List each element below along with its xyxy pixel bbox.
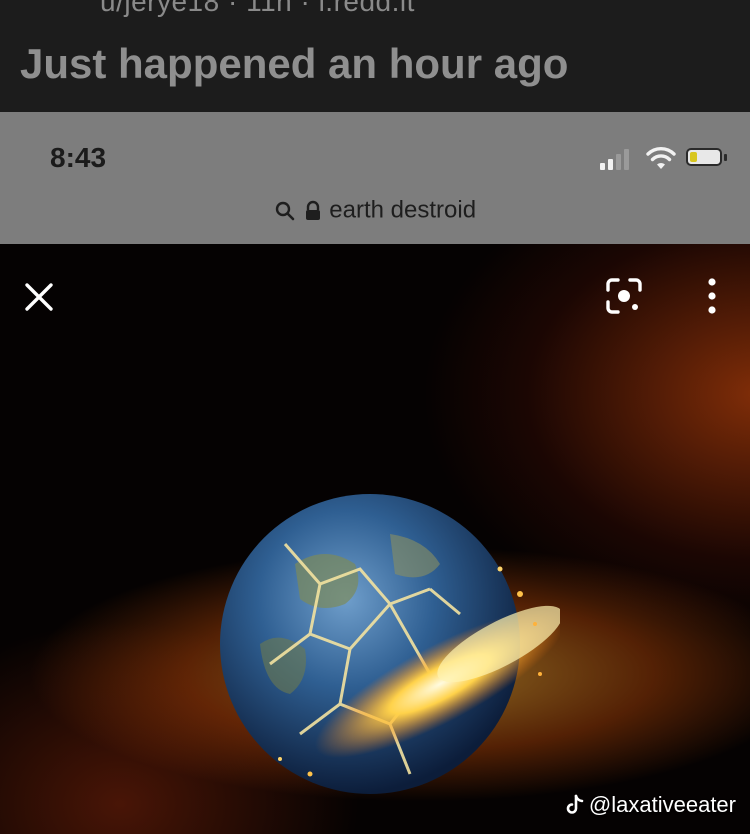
search-icon [275, 201, 295, 220]
battery-tip [724, 154, 727, 161]
lens-icon[interactable] [604, 276, 644, 316]
more-icon[interactable] [700, 274, 724, 318]
wifi-icon [646, 147, 676, 169]
tiktok-watermark: @laxativeeater [565, 791, 736, 818]
watermark-handle: @laxativeeater [588, 792, 736, 817]
post-header: u/jerye18 · 11h · i.redd.it Just happene… [0, 0, 750, 112]
status-icons [598, 145, 728, 171]
phone-status-and-url-bar: 8:43 earth destroid [0, 112, 750, 244]
status-time: 8:43 [50, 142, 107, 173]
post-title[interactable]: Just happened an hour ago [20, 40, 568, 88]
close-icon[interactable] [22, 280, 56, 314]
exploding-earth-image[interactable] [200, 474, 560, 834]
battery-level [690, 152, 697, 162]
browser-url-bar[interactable]: earth destroid [0, 196, 750, 225]
image-viewer: @laxativeeater [0, 244, 750, 834]
search-query: earth destroid [329, 196, 477, 224]
lock-icon [305, 200, 320, 220]
post-meta[interactable]: u/jerye18 · 11h · i.redd.it [100, 0, 415, 18]
battery-icon [686, 148, 722, 166]
tiktok-icon [566, 794, 584, 814]
signal-icon [600, 149, 629, 170]
